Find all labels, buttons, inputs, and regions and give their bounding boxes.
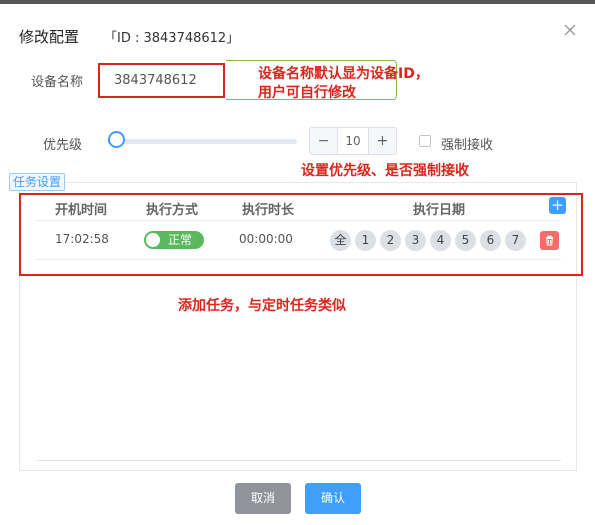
decrement-button[interactable]: − [310, 128, 338, 154]
cancel-button[interactable]: 取消 [235, 483, 291, 514]
annotation-device-name-line1: 设备名称默认显为设备ID， [258, 66, 429, 82]
close-icon-glyph [564, 24, 576, 36]
annotation-device-name-line2: 用户可自行修改 [258, 85, 356, 101]
task-settings-tab[interactable]: 任务设置 [9, 173, 66, 191]
confirm-button[interactable]: 确认 [305, 483, 361, 514]
dialog-title: 修改配置 [19, 28, 80, 46]
close-icon[interactable] [562, 22, 578, 38]
priority-slider-handle[interactable] [108, 131, 125, 148]
annotation-task: 添加任务，与定时任务类似 [178, 298, 346, 314]
device-name-label: 设备名称 [31, 75, 84, 90]
device-name-input[interactable] [98, 63, 225, 98]
priority-value[interactable]: 10 [338, 128, 368, 154]
force-receive-checkbox[interactable] [419, 135, 431, 147]
priority-label: 优先级 [43, 138, 83, 153]
increment-button[interactable]: + [368, 128, 396, 154]
top-border [0, 0, 595, 4]
task-panel-divider [36, 460, 561, 461]
annotation-priority: 设置优先级、是否强制接收 [301, 163, 469, 179]
device-id-label: 「ID : 3843748612」 [104, 31, 240, 46]
task-highlight-box [19, 193, 583, 276]
force-receive-label: 强制接收 [441, 138, 494, 153]
priority-slider-track[interactable] [108, 139, 297, 144]
priority-stepper: − 10 + [309, 127, 397, 155]
